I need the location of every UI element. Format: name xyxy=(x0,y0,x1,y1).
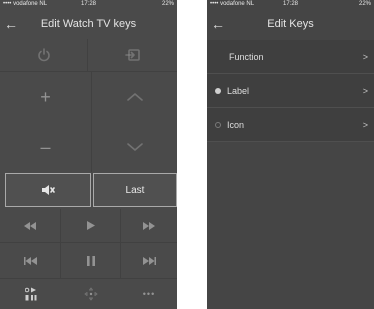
fast-forward-icon xyxy=(143,221,155,230)
more-key[interactable]: ••• xyxy=(121,279,177,309)
chevron-right-icon: > xyxy=(362,51,368,62)
last-label: Last xyxy=(125,184,145,196)
power-icon xyxy=(37,48,50,62)
chevron-down-icon xyxy=(126,143,143,151)
skip-back-icon xyxy=(23,256,37,265)
edit-keys-screen: •••• vodafone NL 17:28 22% ← Edit Keys F… xyxy=(207,0,374,309)
label-option-label: Label xyxy=(227,85,250,96)
dpad-icon xyxy=(84,287,98,301)
icon-option-label: Icon xyxy=(227,119,245,130)
function-label: Function xyxy=(229,51,264,62)
speaker-mute-icon xyxy=(42,185,55,195)
status-bar: •••• vodafone NL 17:28 22% xyxy=(207,0,374,9)
input-key[interactable] xyxy=(88,39,177,72)
skip-forward-icon xyxy=(142,256,156,265)
function-row[interactable]: Function > xyxy=(207,40,374,74)
nav-bar: ← Edit Keys xyxy=(207,9,374,39)
skip-forward-key[interactable] xyxy=(121,243,177,279)
back-arrow-icon[interactable]: ← xyxy=(207,16,229,32)
radio-unselected-icon[interactable] xyxy=(215,121,221,128)
volume-up-key[interactable]: + xyxy=(0,72,92,122)
icon-row[interactable]: Icon > xyxy=(207,108,374,142)
more-icon: ••• xyxy=(142,289,156,299)
status-time: 17:28 xyxy=(80,1,96,7)
channel-up-key[interactable] xyxy=(92,72,177,122)
input-source-icon xyxy=(124,49,140,61)
status-time: 17:28 xyxy=(282,1,298,7)
volume-down-key[interactable]: – xyxy=(0,122,92,172)
nav-bar: ← Edit Watch TV keys xyxy=(0,9,177,39)
status-bar: •••• vodafone NL 17:28 22% xyxy=(0,0,177,9)
back-arrow-icon[interactable]: ← xyxy=(0,16,22,32)
rewind-key[interactable] xyxy=(0,209,61,243)
last-key[interactable]: Last xyxy=(93,173,177,207)
pause-icon xyxy=(86,255,95,266)
power-key[interactable] xyxy=(0,39,88,72)
play-key[interactable] xyxy=(61,209,121,243)
label-row[interactable]: Label > xyxy=(207,74,374,108)
chevron-right-icon: > xyxy=(362,119,368,130)
page-title: Edit Watch TV keys xyxy=(40,18,137,30)
channel-down-key[interactable] xyxy=(92,122,177,172)
play-pause-grid-icon xyxy=(24,287,36,301)
play-icon xyxy=(86,221,95,230)
edit-watch-tv-keys-screen: •••• vodafone NL 17:28 22% ← Edit Watch … xyxy=(0,0,177,309)
play-pause-toggle-key[interactable] xyxy=(0,279,61,309)
chevron-right-icon: > xyxy=(362,85,368,96)
skip-back-key[interactable] xyxy=(0,243,61,279)
mute-key[interactable] xyxy=(5,173,91,207)
chevron-up-icon xyxy=(126,93,143,101)
pause-key[interactable] xyxy=(61,243,121,279)
rewind-icon xyxy=(24,221,36,230)
fast-forward-key[interactable] xyxy=(121,209,177,243)
radio-selected-icon[interactable] xyxy=(215,87,221,94)
volume-up-label: + xyxy=(40,86,51,107)
page-title: Edit Keys xyxy=(267,18,314,30)
volume-down-label: – xyxy=(40,136,51,157)
dpad-key[interactable] xyxy=(61,279,121,309)
